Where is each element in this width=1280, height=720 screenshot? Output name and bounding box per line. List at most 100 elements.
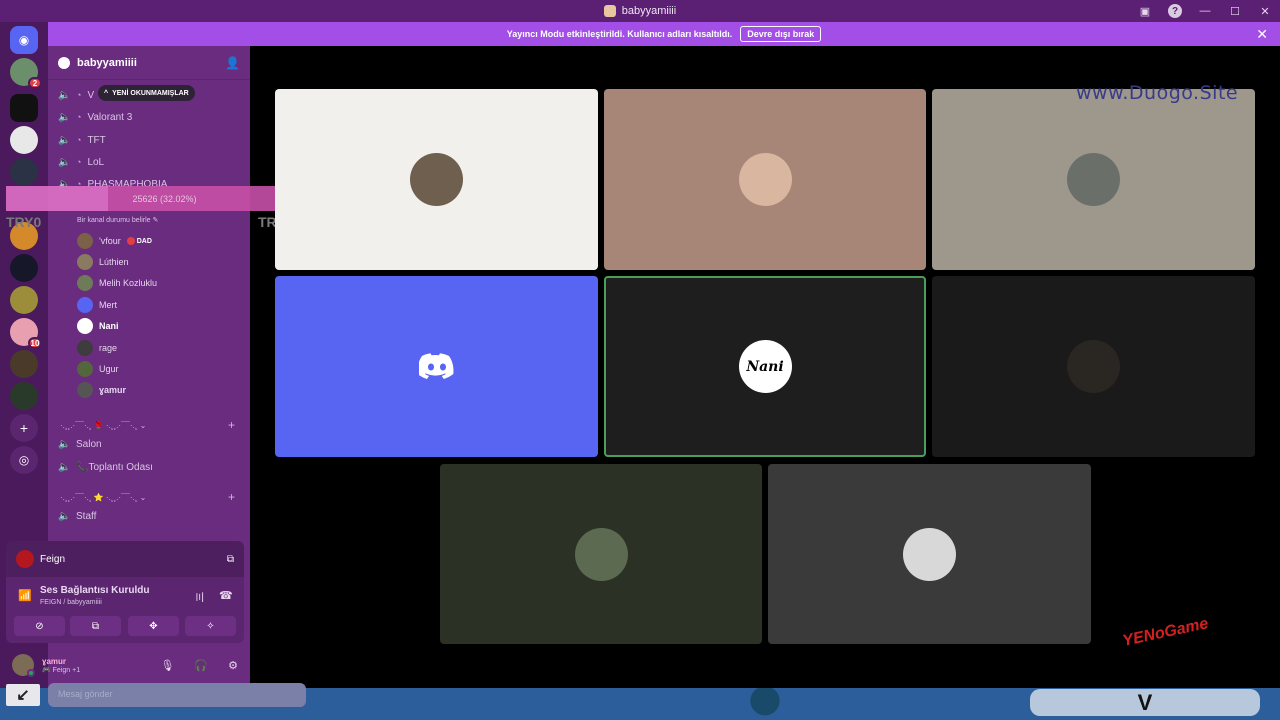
voice-channel[interactable]: 🔈 ◔ LoL [58, 152, 104, 172]
video-tile[interactable] [275, 89, 598, 270]
message-input[interactable]: Mesaj gönder [48, 683, 306, 707]
voice-channel[interactable]: 🔈 ◔ Valorant 3 [58, 107, 132, 127]
discord-home-icon[interactable]: ◉ [10, 26, 38, 54]
video-tile[interactable]: Nani [604, 276, 926, 457]
headphones-icon[interactable]: 🎧 [194, 659, 208, 672]
voice-member[interactable]: ɣamur [77, 380, 126, 400]
start-button[interactable]: ↙ [6, 684, 40, 706]
video-tile[interactable] [275, 276, 598, 457]
avatar [77, 340, 93, 356]
screen-share-icon[interactable]: ⧉ [227, 554, 234, 565]
server-avatar[interactable] [10, 382, 38, 410]
taskbar-pill[interactable]: V [1030, 689, 1260, 716]
stream-name: Feign [40, 553, 66, 565]
site-watermark: www.Duogo.Site [1076, 82, 1239, 104]
streamer-mode-banner: Yayıncı Modu etkinleştirildi. Kullanıcı … [48, 22, 1280, 46]
speaker-icon: 🔈 [58, 89, 71, 101]
video-tile[interactable] [604, 89, 926, 270]
avatar [77, 254, 93, 270]
voice-member[interactable]: Mert [77, 295, 117, 315]
speaker-icon: 🔈 [58, 134, 71, 146]
voice-channel[interactable]: 🔈 ◔ TFT [58, 130, 106, 150]
disable-streamer-mode-button[interactable]: Devre dışı bırak [740, 26, 822, 42]
server-avatar[interactable]: 2 [10, 58, 42, 89]
voice-member[interactable]: rage [77, 338, 117, 358]
close-window-button[interactable]: ✕ [1250, 0, 1280, 22]
camera-off-button[interactable]: ⊘ [14, 616, 65, 636]
screen-share-button[interactable]: ⧉ [70, 616, 121, 636]
inbox-icon[interactable]: ▣ [1130, 0, 1160, 22]
avatar [77, 382, 93, 398]
voice-status[interactable]: Ses Bağlantısı Kuruldu [40, 585, 149, 596]
voice-member[interactable]: 'vfour DAD [77, 231, 152, 251]
stream-panel[interactable]: Feign ⧉ [6, 541, 244, 577]
microphone-icon[interactable]: 🎙 [160, 659, 174, 672]
avatar [410, 153, 463, 206]
avatar[interactable] [12, 654, 35, 677]
avatar: Nani [738, 340, 792, 393]
voice-location[interactable]: FEIGN / babyyamiiii [40, 599, 102, 606]
chevron-up-icon: ^ [104, 89, 109, 97]
server-guild-icon [58, 56, 70, 69]
signal-icon: 📶 [18, 590, 32, 602]
voice-connection-panel: 📶 Ses Bağlantısı Kuruldu FEIGN / babyyam… [6, 577, 244, 643]
maximize-button[interactable]: ☐ [1220, 0, 1250, 22]
voice-channel[interactable]: 🔈 ◔ V [58, 85, 94, 105]
server-header[interactable]: babyyamiiii 👤 [48, 46, 250, 80]
gear-icon[interactable]: ⚙ [228, 659, 238, 672]
server-avatar[interactable] [10, 254, 38, 282]
avatar [1067, 340, 1120, 393]
voice-channel[interactable]: 🔈 Staff [58, 506, 96, 526]
server-name: babyyamiiii [77, 56, 137, 69]
channel-status[interactable]: Bir kanal durumu belirle ✎ [77, 216, 158, 224]
disconnect-icon[interactable]: ☎ [219, 589, 233, 602]
avatar [16, 550, 34, 568]
server-avatar[interactable] [10, 158, 38, 186]
video-tile[interactable] [932, 89, 1255, 270]
member-tag: DAD [126, 237, 152, 245]
category-header[interactable]: ·.¸¸.·¯¯·.¸ 🌹 ·.¸¸.·¯¯·.¸ ⌄ [60, 421, 146, 430]
add-server-icon[interactable]: + [10, 414, 38, 442]
help-button[interactable]: ? [1160, 0, 1190, 22]
add-member-icon[interactable]: 👤 [225, 56, 240, 70]
voice-channel[interactable]: 🔈 Salon [58, 434, 102, 454]
minimize-button[interactable]: — [1190, 0, 1220, 22]
close-icon[interactable]: ✕ [1256, 26, 1268, 43]
voice-channel[interactable]: 🔈 📞Toplantı Odası [58, 457, 153, 477]
server-avatar[interactable]: 10 [10, 318, 42, 349]
avatar [77, 275, 93, 291]
add-channel-icon[interactable]: + [228, 490, 235, 504]
activity-icon: ◔ [76, 135, 82, 145]
voice-member[interactable]: Lúthien [77, 252, 129, 272]
server-avatar[interactable] [10, 126, 38, 154]
avatar [77, 297, 93, 313]
activity-icon: ◔ [76, 112, 82, 122]
server-avatar[interactable] [10, 350, 38, 378]
speaker-icon: 🔈 [58, 156, 71, 168]
video-tile[interactable] [768, 464, 1091, 644]
video-tile[interactable] [932, 276, 1255, 457]
video-tile[interactable] [440, 464, 762, 644]
discord-logo-icon [418, 352, 453, 379]
game-watermark: YENoGame [1121, 615, 1210, 650]
username: ɣamur [42, 656, 67, 666]
activities-button[interactable]: ✥ [128, 616, 179, 636]
server-avatar[interactable] [10, 94, 38, 122]
online-status-icon [27, 669, 35, 677]
speaker-icon: 🔈 [58, 111, 71, 123]
avatar [77, 233, 93, 249]
add-channel-icon[interactable]: + [228, 418, 235, 432]
avatar [77, 318, 93, 334]
noise-suppression-icon[interactable]: 〣 [194, 589, 205, 605]
window-title: babyyamiiii [603, 5, 676, 17]
unread-pill[interactable]: ^ YENİ OKUNMAMIŞLAR [98, 85, 195, 101]
activity-icon: ◔ [76, 90, 82, 100]
speaker-icon: 🔈 [58, 461, 71, 473]
voice-member[interactable]: Melih Kozluklu [77, 273, 157, 293]
soundboard-button[interactable]: ✧ [185, 616, 236, 636]
server-avatar[interactable] [10, 286, 38, 314]
category-header[interactable]: ·.¸¸.·¯¯·.¸ ⭐ ·.¸¸.·¯¯·.¸ ⌄ [60, 493, 146, 502]
voice-member[interactable]: Nani [77, 316, 119, 336]
explore-icon[interactable]: ◎ [10, 446, 38, 474]
voice-member[interactable]: Ugur [77, 359, 119, 379]
